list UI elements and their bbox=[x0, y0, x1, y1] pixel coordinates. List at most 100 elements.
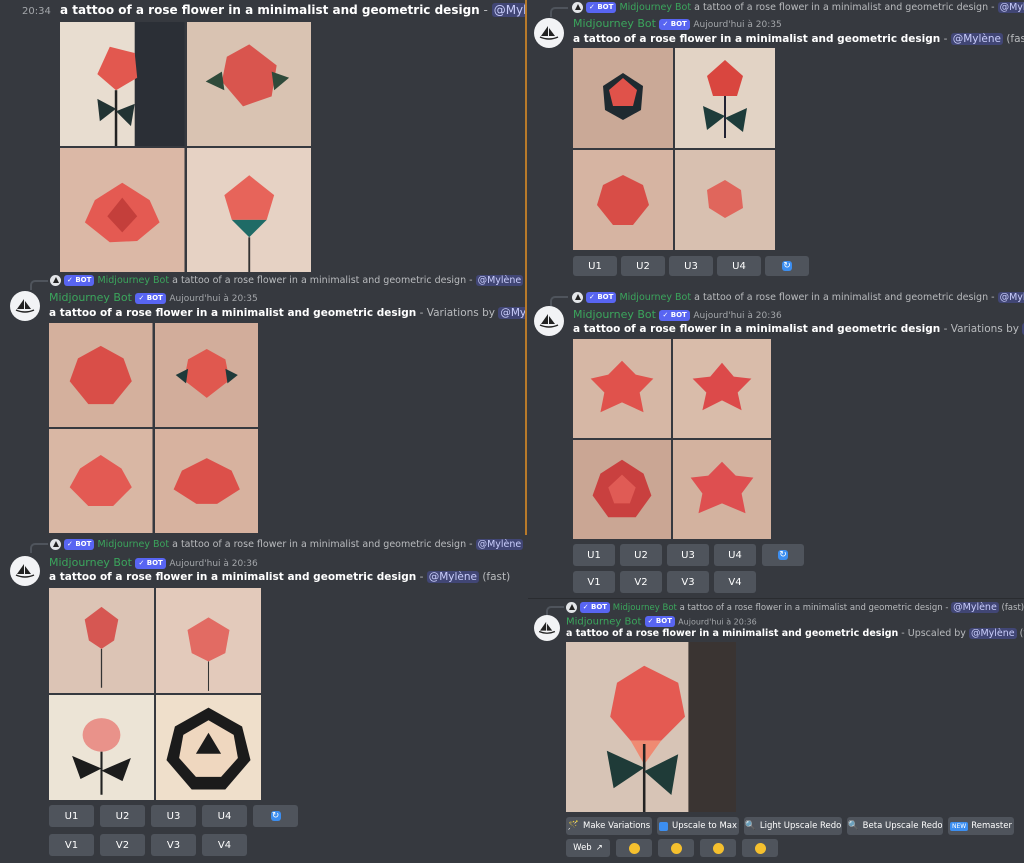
upscale-1-button[interactable]: U1 bbox=[49, 805, 94, 827]
grid-image-1[interactable] bbox=[60, 22, 185, 146]
reaction-sad-button[interactable] bbox=[616, 839, 652, 857]
upscale-4-button[interactable]: U4 bbox=[717, 256, 761, 276]
reroll-button[interactable]: ↻ bbox=[765, 256, 809, 276]
upscale-3-button[interactable]: U3 bbox=[151, 805, 196, 827]
message-header: Midjourney Bot ✓ BOT Aujourd'hui à 20:35 bbox=[49, 291, 258, 304]
sailboat-icon bbox=[15, 564, 35, 578]
bot-name[interactable]: Midjourney Bot bbox=[573, 17, 656, 30]
image-grid[interactable] bbox=[49, 323, 258, 533]
timestamp: Aujourd'hui à 20:36 bbox=[693, 311, 782, 321]
bot-badge: ✓ BOT bbox=[135, 557, 166, 569]
upscale-to-max-button[interactable]: Upscale to Max bbox=[657, 817, 739, 835]
grid-image-4[interactable] bbox=[156, 695, 261, 800]
upscale-1-button[interactable]: U1 bbox=[573, 256, 617, 276]
image-grid[interactable] bbox=[49, 588, 261, 800]
grid-image-4[interactable] bbox=[673, 440, 771, 539]
grid-image-2[interactable] bbox=[673, 339, 771, 438]
bot-avatar[interactable] bbox=[534, 306, 564, 336]
prompt-text: a tattoo of a rose flower in a minimalis… bbox=[60, 3, 480, 17]
sad-face-icon bbox=[628, 842, 640, 854]
reply-reference[interactable]: ✓ BOT Midjourney Bot a tattoo of a rose … bbox=[50, 275, 525, 286]
grid-image-4[interactable] bbox=[154, 429, 258, 533]
reply-reference[interactable]: ✓ BOT Midjourney Bot a tattoo of a rose … bbox=[566, 602, 1024, 613]
bot-name[interactable]: Midjourney Bot bbox=[49, 291, 132, 304]
bot-avatar[interactable] bbox=[534, 615, 560, 641]
reply-reference[interactable]: ✓ BOT Midjourney Bot a tattoo of a rose … bbox=[572, 2, 1024, 13]
grid-image-3[interactable] bbox=[49, 695, 154, 800]
reroll-button[interactable]: ↻ bbox=[253, 805, 298, 827]
upscale-1-button[interactable]: U1 bbox=[573, 544, 615, 566]
image-grid[interactable] bbox=[573, 339, 771, 539]
variation-3-button[interactable]: V3 bbox=[151, 834, 196, 856]
message-time: 20:34 bbox=[22, 6, 51, 17]
message-panel-6: ✓ BOT Midjourney Bot a tattoo of a rose … bbox=[528, 598, 1024, 863]
mini-avatar-icon bbox=[572, 2, 583, 13]
bot-name[interactable]: Midjourney Bot bbox=[573, 308, 656, 321]
upscale-2-button[interactable]: U2 bbox=[621, 256, 665, 276]
grid-image-3[interactable] bbox=[60, 148, 185, 272]
image-grid[interactable] bbox=[60, 22, 311, 272]
grid-image-2[interactable] bbox=[675, 48, 775, 148]
upscale-4-button[interactable]: U4 bbox=[714, 544, 756, 566]
reaction-unamused-button[interactable] bbox=[658, 839, 694, 857]
bot-avatar[interactable] bbox=[534, 18, 564, 48]
upscale-4-button[interactable]: U4 bbox=[202, 805, 247, 827]
variation-3-button[interactable]: V3 bbox=[667, 571, 709, 593]
message-content: a tattoo of a rose flower in a minimalis… bbox=[573, 323, 1024, 335]
upscale-3-button[interactable]: U3 bbox=[669, 256, 713, 276]
upscale-3-button[interactable]: U3 bbox=[667, 544, 709, 566]
variation-4-button[interactable]: V4 bbox=[714, 571, 756, 593]
sailboat-icon bbox=[539, 314, 559, 328]
bot-name[interactable]: Midjourney Bot bbox=[49, 556, 132, 569]
grid-image-4[interactable] bbox=[186, 148, 311, 272]
variation-2-button[interactable]: V2 bbox=[100, 834, 145, 856]
timestamp: Aujourd'hui à 20:35 bbox=[169, 294, 258, 304]
bot-badge: ✓ BOT bbox=[659, 18, 690, 30]
grid-image-1[interactable] bbox=[49, 588, 154, 693]
grid-image-1[interactable] bbox=[573, 339, 671, 438]
user-mention[interactable]: @Mylène bbox=[491, 3, 525, 17]
sailboat-icon bbox=[539, 26, 559, 40]
upscale-2-button[interactable]: U2 bbox=[620, 544, 662, 566]
variation-1-button[interactable]: V1 bbox=[49, 834, 94, 856]
reply-reference[interactable]: ✓ BOT Midjourney Bot a tattoo of a rose … bbox=[50, 539, 527, 550]
smile-face-icon bbox=[712, 842, 724, 854]
image-grid[interactable] bbox=[573, 48, 775, 250]
variation-4-button[interactable]: V4 bbox=[202, 834, 247, 856]
web-button[interactable]: Web ↗ bbox=[566, 839, 610, 857]
grid-image-3[interactable] bbox=[49, 429, 153, 533]
message-content: a tattoo of a rose flower in a minimalis… bbox=[573, 33, 1024, 45]
message-header: Midjourney Bot ✓ BOT Aujourd'hui à 20:36 bbox=[573, 308, 782, 321]
bot-avatar[interactable] bbox=[10, 291, 40, 321]
message-header: Midjourney Bot ✓ BOT Aujourd'hui à 20:36 bbox=[566, 616, 757, 628]
light-upscale-redo-button[interactable]: 🔍 Light Upscale Redo bbox=[744, 817, 842, 835]
variation-2-button[interactable]: V2 bbox=[620, 571, 662, 593]
message-content: a tattoo of a rose flower in a minimalis… bbox=[60, 3, 525, 17]
make-variations-button[interactable]: 🪄 Make Variations bbox=[566, 817, 652, 835]
grid-image-3[interactable] bbox=[573, 440, 671, 539]
external-link-icon: ↗ bbox=[595, 843, 603, 853]
message-panel-4: ✓ BOT Midjourney Bot a tattoo of a rose … bbox=[528, 290, 1024, 598]
grid-image-4[interactable] bbox=[675, 150, 775, 250]
variation-1-button[interactable]: V1 bbox=[573, 571, 615, 593]
grid-image-1[interactable] bbox=[49, 323, 153, 427]
reply-reference[interactable]: ✓ BOT Midjourney Bot a tattoo of a rose … bbox=[572, 292, 1024, 303]
bot-name[interactable]: Midjourney Bot bbox=[566, 617, 641, 628]
magnifier-icon: 🔍 bbox=[847, 821, 859, 831]
bot-avatar[interactable] bbox=[10, 556, 40, 586]
upscaled-image[interactable] bbox=[566, 642, 736, 812]
beta-upscale-redo-button[interactable]: 🔍 Beta Upscale Redo bbox=[847, 817, 943, 835]
grid-image-3[interactable] bbox=[573, 150, 673, 250]
grid-image-1[interactable] bbox=[573, 48, 673, 148]
message-panel-5: ✓ BOT Midjourney Bot a tattoo of a rose … bbox=[0, 535, 527, 862]
grid-image-2[interactable] bbox=[186, 22, 311, 146]
upscale-2-button[interactable]: U2 bbox=[100, 805, 145, 827]
refresh-icon: ↻ bbox=[782, 261, 792, 271]
reaction-smile-button[interactable] bbox=[700, 839, 736, 857]
reaction-heart-eyes-button[interactable] bbox=[742, 839, 778, 857]
grid-image-2[interactable] bbox=[156, 588, 261, 693]
message-panel-3: ✓ BOT Midjourney Bot a tattoo of a rose … bbox=[0, 273, 527, 535]
reroll-button[interactable]: ↻ bbox=[762, 544, 804, 566]
grid-image-2[interactable] bbox=[154, 323, 258, 427]
remaster-button[interactable]: NEW Remaster bbox=[948, 817, 1014, 835]
